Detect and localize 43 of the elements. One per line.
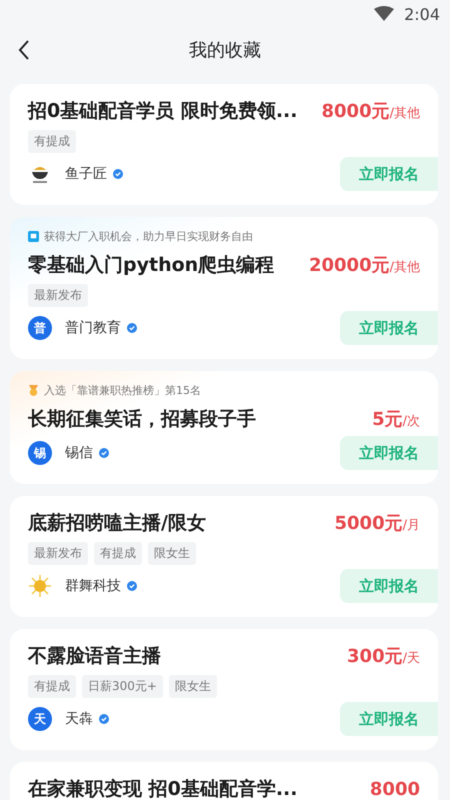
banner-text: 获得大厂入职机会，助力早日实现财务自由	[44, 229, 253, 244]
job-title: 零基础入门python爬虫编程	[28, 253, 274, 278]
job-card[interactable]: 底薪招唠嗑主播/限女 5000元/月 最新发布 有提成 限女生 群舞科技 立即报名	[10, 496, 438, 617]
medal-icon	[28, 385, 39, 396]
company-avatar: 天	[28, 707, 52, 731]
company-name: 天犇	[65, 710, 93, 728]
salary: 8000	[370, 778, 420, 800]
sun-icon	[28, 574, 52, 598]
company-name: 普门教育	[65, 319, 121, 337]
job-card[interactable]: 在家兼职变现 招0基础配音学... 8000	[10, 762, 438, 800]
tag: 有提成	[94, 542, 142, 565]
job-card[interactable]: 招0基础配音学员 限时免费领... 8000元/其他 有提成 鱼子匠 立即报名	[10, 84, 438, 205]
page-title: 我的收藏	[189, 39, 261, 62]
banner-text: 入选「靠谱兼职热推榜」第15名	[44, 383, 201, 398]
salary: 300元/天	[347, 645, 420, 668]
tag: 最新发布	[28, 284, 88, 307]
back-icon[interactable]	[18, 40, 30, 60]
job-card[interactable]: 不露脸语音主播 300元/天 有提成 日薪300元+ 限女生 天 天犇 立即报名	[10, 629, 438, 750]
job-card[interactable]: 获得大厂入职机会，助力早日实现财务自由 零基础入门python爬虫编程 20000元/其他 最新发布 普 普门教育 立即报名	[10, 217, 438, 359]
tag: 有提成	[28, 675, 76, 698]
company-name: 鱼子匠	[65, 165, 107, 183]
tag: 有提成	[28, 130, 76, 153]
company-avatar: 普	[28, 316, 52, 340]
salary: 5元/次	[372, 408, 420, 431]
tag: 限女生	[168, 675, 217, 698]
salary: 5000元/月	[334, 512, 420, 535]
job-title: 底薪招唠嗑主播/限女	[28, 511, 206, 536]
salary: 20000元/其他	[308, 254, 420, 277]
job-card[interactable]: 入选「靠谱兼职热推榜」第15名 长期征集笑话，招募段子手 5元/次 锡 锡信 立即报名	[10, 371, 438, 484]
job-title: 在家兼职变现 招0基础配音学...	[28, 777, 298, 800]
tag: 最新发布	[28, 542, 88, 565]
badge-icon	[28, 231, 39, 242]
tag: 日薪300元+	[82, 675, 163, 698]
tag: 限女生	[148, 542, 196, 565]
job-title: 招0基础配音学员 限时免费领...	[28, 99, 298, 124]
company-avatar: 锡	[28, 441, 52, 465]
status-time: 2:04	[404, 4, 440, 24]
salary: 8000元/其他	[322, 100, 420, 123]
job-title: 长期征集笑话，招募段子手	[28, 407, 256, 432]
wifi-icon	[374, 6, 394, 22]
company-name: 锡信	[65, 444, 93, 462]
company-name: 群舞科技	[65, 577, 121, 595]
job-title: 不露脸语音主播	[28, 644, 161, 669]
